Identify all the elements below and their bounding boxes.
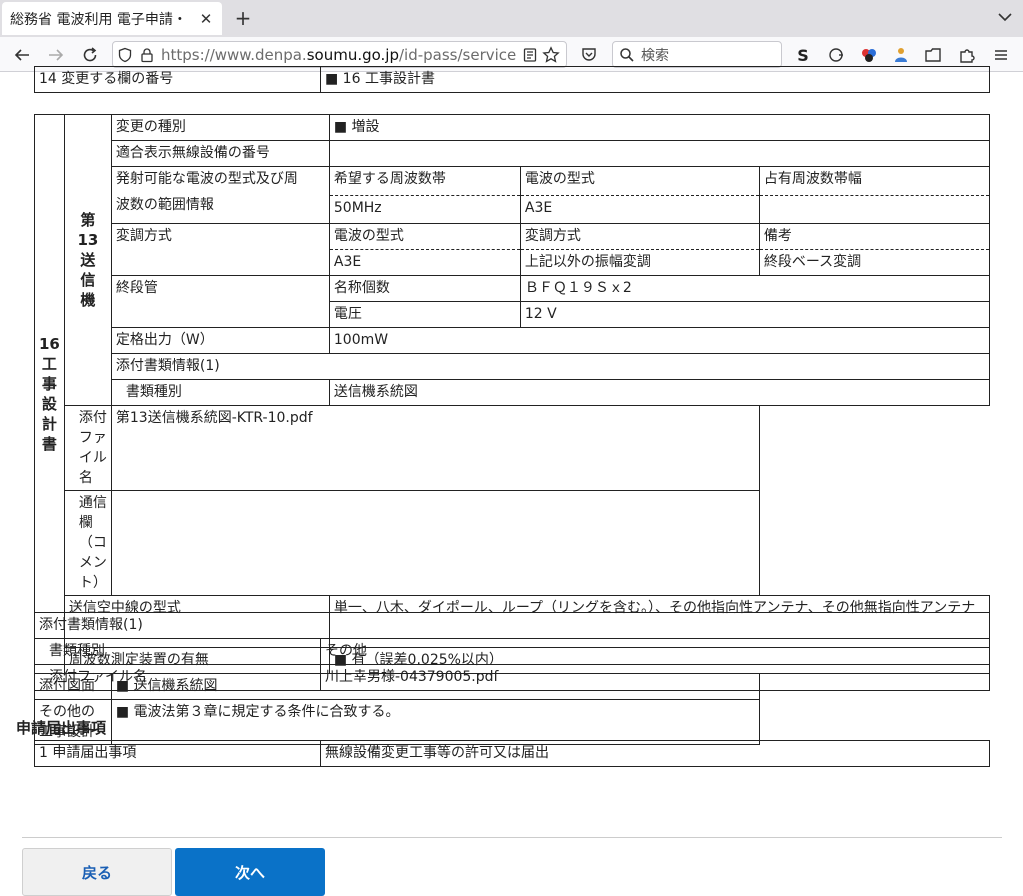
final-stage-label: 終段管 <box>110 275 330 328</box>
freq-header-band: 希望する周波数帯 <box>328 166 521 196</box>
attach-kind-label: 書類種別 <box>110 379 330 406</box>
mod-header-emission: 電波の型式 <box>328 223 521 250</box>
extension-s-icon[interactable]: S <box>792 44 814 66</box>
freq-range-label: 発射可能な電波の型式及び周 波数の範囲情報 <box>110 166 330 224</box>
search-placeholder: 検索 <box>641 47 669 64</box>
change-column-value: ■ 16 工事設計書 <box>320 66 990 93</box>
modulation-label: 変調方式 <box>110 223 330 276</box>
active-tab[interactable]: 総務省 電波利用 電子申請・ ✕ <box>2 2 222 35</box>
comment-label: 通信欄（コメント） <box>63 490 112 596</box>
extension-g-icon[interactable] <box>826 44 848 66</box>
application-row-value: 無線設備変更工事等の許可又は届出 <box>320 740 990 767</box>
final-voltage-label: 電圧 <box>328 301 521 328</box>
freq-value-emission: A3E <box>519 195 760 224</box>
application-row-label: 1 申請届出事項 <box>34 740 321 767</box>
mod-value-method: 上記以外の振幅変調 <box>519 249 760 276</box>
freq-header-bandwidth: 占有周波数帯幅 <box>758 166 991 196</box>
change-type-value: ■ 増設 <box>328 114 991 141</box>
other-design-value: ■ 電波法第３章に規定する条件に合致する。 <box>110 699 760 745</box>
transmitter-label: 第 13 送信機 <box>63 114 112 406</box>
back-arrow-icon[interactable] <box>12 45 32 65</box>
tab-title: 総務省 電波利用 電子申請・ <box>10 11 187 28</box>
attach2-title: 添付書類情報(1) <box>34 612 990 639</box>
lock-icon[interactable] <box>139 47 155 63</box>
final-name-value: ＢＦＱ１９Ｓｘ2 <box>519 275 991 302</box>
forward-arrow-icon[interactable] <box>46 45 66 65</box>
url-text: https://www.denpa.soumu.go.jp/id-pass/se… <box>161 45 517 64</box>
mod-header-method: 変調方式 <box>519 223 760 250</box>
attach2-kind-value: その他 <box>320 638 990 665</box>
tab-close-icon[interactable]: ✕ <box>198 10 214 28</box>
new-tab-button[interactable]: + <box>232 6 254 30</box>
tab-bar: 総務省 電波利用 電子申請・ ✕ + <box>0 0 1023 37</box>
rated-power-label: 定格出力（W） <box>110 327 330 354</box>
container-icon[interactable] <box>922 44 944 66</box>
search-input[interactable]: 検索 <box>612 41 782 68</box>
conform-number-value <box>328 140 991 167</box>
freq-header-emission: 電波の型式 <box>519 166 760 196</box>
extension-person-icon[interactable] <box>890 44 912 66</box>
extensions-puzzle-icon[interactable] <box>956 44 978 66</box>
attach2-file-label: 添付ファイル名 <box>34 664 321 691</box>
conform-number-label: 適合表示無線設備の番号 <box>110 140 330 167</box>
reload-icon[interactable] <box>80 45 100 65</box>
url-bar[interactable]: https://www.denpa.soumu.go.jp/id-pass/se… <box>112 41 567 68</box>
attach2-kind-label: 書類種別 <box>34 638 321 665</box>
freq-value-bandwidth <box>758 195 991 224</box>
attach-file-label: 添付ファイル名 <box>63 405 112 491</box>
chevron-down-icon[interactable] <box>997 9 1013 25</box>
mod-value-remarks: 終段ベース変調 <box>758 249 991 276</box>
application-table: 1 申請届出事項 無線設備変更工事等の許可又は届出 <box>34 740 990 767</box>
next-button[interactable]: 次へ <box>175 848 325 896</box>
footer-divider <box>22 837 1002 838</box>
attach-file-value: 第13送信機系統図-KTR-10.pdf <box>110 405 760 491</box>
change-column-table: 14 変更する欄の番号 ■ 16 工事設計書 <box>34 66 990 93</box>
final-name-label: 名称個数 <box>328 275 521 302</box>
bookmark-star-icon[interactable] <box>542 45 560 64</box>
attach2-file-value: 川上幸男様-04379005.pdf <box>320 664 990 691</box>
reader-view-icon[interactable] <box>522 47 538 63</box>
pocket-icon[interactable] <box>578 44 600 66</box>
rated-power-value: 100mW <box>328 327 991 354</box>
comment-value <box>110 490 760 596</box>
application-section-title: 申請届出事項 <box>16 719 107 737</box>
mod-header-remarks: 備考 <box>758 223 991 250</box>
freq-value-band: 50MHz <box>328 195 521 224</box>
attach-info-title: 添付書類情報(1) <box>110 353 991 380</box>
final-voltage-value: 12 V <box>519 301 991 328</box>
back-button[interactable]: 戻る <box>22 848 172 896</box>
mod-value-emission: A3E <box>328 249 521 276</box>
menu-icon[interactable] <box>990 44 1012 66</box>
change-type-label: 変更の種別 <box>110 114 330 141</box>
design-outer-label: 16 工事設計書 <box>34 114 65 674</box>
attach-kind-value: 送信機系統図 <box>328 379 991 406</box>
change-column-label: 14 変更する欄の番号 <box>34 66 321 93</box>
page-content: 14 変更する欄の番号 ■ 16 工事設計書 16 工事設計書 第 13 送信機 変更… <box>0 66 1023 896</box>
attachment-table: 添付書類情報(1) 書類種別 その他 添付ファイル名 川上幸男様-0437900… <box>34 612 990 691</box>
search-icon <box>620 47 634 62</box>
extension-balls-icon[interactable] <box>858 44 880 66</box>
shield-icon[interactable] <box>117 47 133 63</box>
